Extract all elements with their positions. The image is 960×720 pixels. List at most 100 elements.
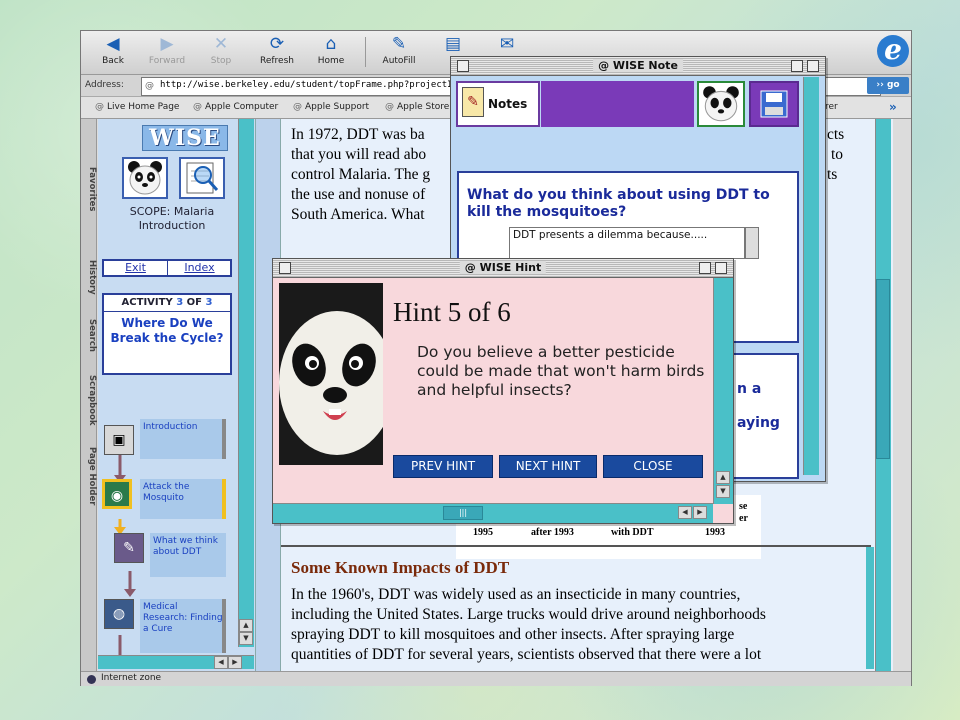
exit-link[interactable]: Exit xyxy=(104,261,168,275)
status-text: Internet zone xyxy=(101,673,162,683)
panda-portrait xyxy=(279,283,383,465)
panda-icon xyxy=(128,161,162,195)
hint-hscrollbar[interactable] xyxy=(273,503,713,523)
step-introduction[interactable]: Introduction xyxy=(140,419,226,459)
globe-icon xyxy=(87,675,96,684)
explorer-bar-tabs: Favorites History Search Scrapbook Page … xyxy=(81,119,97,671)
intro-paragraph: In 1972, DDT was ba that you will read a… xyxy=(291,126,431,223)
mail-icon: ✉ xyxy=(499,34,515,54)
scroll-left-button[interactable]: ◀ xyxy=(678,506,692,519)
at-icon: @ xyxy=(385,102,394,112)
home-button[interactable]: ⌂ Home xyxy=(303,34,359,66)
step-bar xyxy=(222,599,226,653)
step-medical-icon[interactable]: ◍ xyxy=(104,599,134,629)
at-icon: @ xyxy=(193,102,202,112)
collapse-box-icon[interactable] xyxy=(807,60,819,72)
section-divider xyxy=(281,545,871,547)
note-fragment: aying xyxy=(737,415,780,431)
scroll-left-button[interactable]: ◀ xyxy=(214,656,228,669)
refresh-button[interactable]: ⟳ Refresh xyxy=(249,34,305,66)
wise-navigation-frame: WISE SCOPE: Malaria Introduction Exit In… xyxy=(98,119,255,671)
section-scrollbar[interactable] xyxy=(866,547,874,669)
mail-button[interactable]: ✉ xyxy=(479,34,535,56)
favorite-link[interactable]: rer xyxy=(825,102,838,112)
tab-search[interactable]: Search xyxy=(81,309,97,361)
favorite-link[interactable]: @ Apple Computer xyxy=(193,102,278,112)
address-url: http://wise.berkeley.edu/student/topFram… xyxy=(160,80,480,90)
favorite-link[interactable]: @ Apple Support xyxy=(293,102,369,112)
hint-titlebar[interactable]: @ WISE Hint xyxy=(273,259,733,278)
chart-label: after 1993 xyxy=(531,527,574,538)
left-frame-scrollbar[interactable] xyxy=(238,119,254,647)
forward-button[interactable]: ▶ Forward xyxy=(139,34,195,66)
section-heading: Some Known Impacts of DDT xyxy=(291,558,510,577)
step-attack-the-mosquito[interactable]: Attack the Mosquito xyxy=(140,479,226,519)
note-answer-textarea[interactable]: DDT presents a dilemma because..... xyxy=(509,227,745,259)
go-button[interactable]: ›› go xyxy=(867,77,909,94)
answer-scrollbar[interactable] xyxy=(745,227,759,259)
step-bar xyxy=(222,419,226,459)
exit-index-links: Exit Index xyxy=(102,259,232,277)
tab-scrapbook[interactable]: Scrapbook xyxy=(81,367,97,433)
internet-explorer-logo-icon: e xyxy=(877,35,909,67)
prev-hint-button[interactable]: PREV HINT xyxy=(393,455,493,478)
scroll-right-button[interactable]: ▶ xyxy=(228,656,242,669)
tab-history[interactable]: History xyxy=(81,247,97,307)
step-attack-icon[interactable]: ◉ xyxy=(102,479,132,509)
index-link[interactable]: Index xyxy=(168,261,231,275)
next-hint-button[interactable]: NEXT HINT xyxy=(499,455,597,478)
stop-icon: ✕ xyxy=(213,34,229,54)
favorite-link[interactable]: @ Apple Store xyxy=(385,102,449,112)
step-what-we-think[interactable]: What we think about DDT xyxy=(150,533,226,577)
save-note-button[interactable] xyxy=(749,81,799,127)
hint-title: @ WISE Hint xyxy=(459,261,547,274)
note-titlebar[interactable]: @ WISE Note xyxy=(451,57,825,76)
chart-image-bottom xyxy=(456,519,761,559)
close-hint-button[interactable]: CLOSE xyxy=(603,455,703,478)
floppy-disk-icon xyxy=(760,90,788,118)
note-fragment: n a xyxy=(737,381,762,397)
go-arrow-icon: ›› xyxy=(876,80,887,90)
wise-hint-window: @ WISE Hint Hint 5 of 6 Do you believe a… xyxy=(272,258,734,524)
print-icon: ▤ xyxy=(444,34,462,54)
hint-hscroll-thumb[interactable]: ||| xyxy=(443,506,483,520)
address-label: Address: xyxy=(85,80,124,90)
back-arrow-icon: ◀ xyxy=(106,34,120,54)
panda-face-icon xyxy=(279,283,383,465)
notes-banner xyxy=(541,81,694,127)
chart-side-label: se xyxy=(739,501,748,512)
impacts-paragraph: In the 1960's, DDT was widely used as an… xyxy=(291,586,766,663)
step-introduction-icon[interactable]: ▣ xyxy=(104,425,134,455)
content-scroll-thumb[interactable] xyxy=(876,279,890,459)
step-medical-research[interactable]: Medical Research: Finding a Cure xyxy=(140,599,226,653)
scroll-right-button[interactable]: ▶ xyxy=(693,506,707,519)
scroll-down-button[interactable]: ▼ xyxy=(716,485,730,498)
panda-button[interactable] xyxy=(122,157,168,199)
scroll-down-button[interactable]: ▼ xyxy=(239,632,253,645)
note-panda-button[interactable] xyxy=(697,81,745,127)
tab-page-holder[interactable]: Page Holder xyxy=(81,437,97,515)
step-ddt-icon[interactable]: ✎ xyxy=(114,533,144,563)
back-button[interactable]: ◀ Back xyxy=(85,34,141,66)
zoom-box-icon[interactable] xyxy=(699,262,711,274)
activity-title: Where Do We Break the Cycle? xyxy=(110,316,224,345)
chart-label: with DDT xyxy=(611,527,654,538)
inspect-button[interactable] xyxy=(179,157,225,199)
activity-header: ACTIVITY 3 OF 3 xyxy=(104,295,230,312)
collapse-box-icon[interactable] xyxy=(715,262,727,274)
close-box-icon[interactable] xyxy=(457,60,469,72)
tab-favorites[interactable]: Favorites xyxy=(81,149,97,229)
scroll-up-button[interactable]: ▲ xyxy=(239,619,253,632)
zoom-box-icon[interactable] xyxy=(791,60,803,72)
activity-box: ACTIVITY 3 OF 3 Where Do We Break the Cy… xyxy=(102,293,232,375)
at-icon: @ xyxy=(293,102,302,112)
forward-arrow-icon: ▶ xyxy=(160,34,174,54)
autofill-button[interactable]: ✎ AutoFill xyxy=(371,34,427,66)
stop-button[interactable]: ✕ Stop xyxy=(193,34,249,66)
favorite-link[interactable]: @ Live Home Page xyxy=(95,102,179,112)
scroll-up-button[interactable]: ▲ xyxy=(716,471,730,484)
more-favorites-icon[interactable]: » xyxy=(889,100,897,114)
note-scrollbar[interactable] xyxy=(803,77,819,475)
panda-icon xyxy=(703,86,739,122)
close-box-icon[interactable] xyxy=(279,262,291,274)
